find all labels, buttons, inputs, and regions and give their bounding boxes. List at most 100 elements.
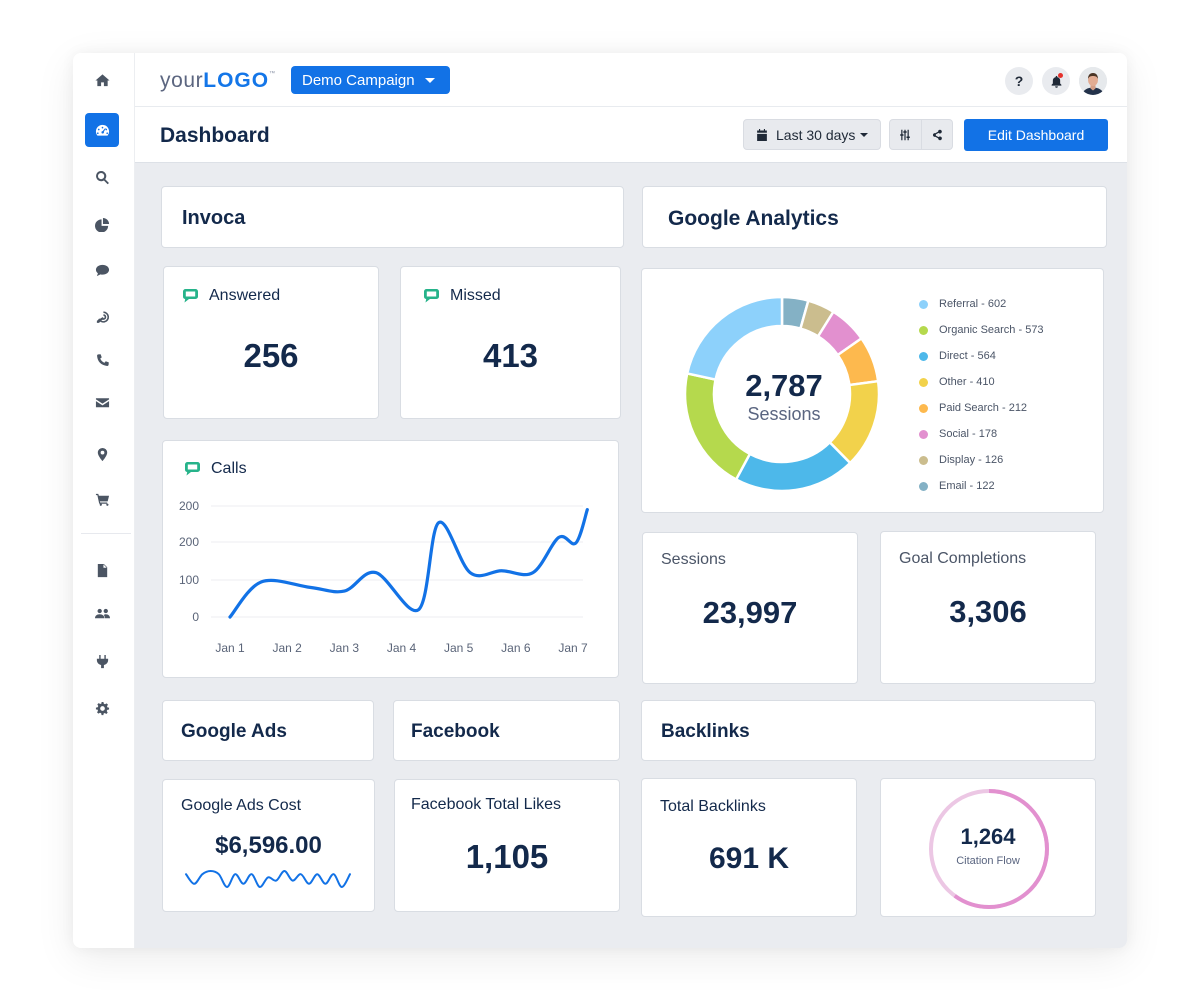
goal-completions-card: Goal Completions 3,306 [880, 531, 1096, 684]
notifications-button[interactable] [1042, 67, 1070, 95]
sidebar-item-settings[interactable] [85, 691, 119, 725]
facebook-likes-card: Facebook Total Likes 1,105 [394, 779, 620, 912]
legend-swatch [919, 403, 928, 413]
user-avatar[interactable] [1079, 67, 1107, 95]
total-backlinks-label: Total Backlinks [660, 798, 766, 815]
donut-slice-direct[interactable] [734, 440, 852, 493]
logo[interactable]: yourLOGO™ [160, 69, 276, 93]
y-tick-label: 200 [179, 499, 199, 513]
total-backlinks-card: Total Backlinks 691 K [641, 778, 857, 917]
legend-item[interactable]: Email - 122 [919, 473, 1044, 499]
google-ads-cost-label: Google Ads Cost [181, 797, 302, 814]
section-title: Google Analytics [668, 207, 839, 230]
help-button[interactable]: ? [1005, 67, 1033, 95]
facebook-likes-label: Facebook Total Likes [411, 796, 562, 813]
sidebar-item-email[interactable] [85, 385, 119, 419]
legend-item[interactable]: Referral - 602 [919, 291, 1044, 317]
backlinks-section-header: Backlinks [641, 700, 1096, 761]
citation-flow-label: Citation Flow [956, 855, 1020, 867]
chevron-down-icon [424, 77, 435, 83]
legend-item[interactable]: Paid Search - 212 [919, 395, 1044, 421]
x-tick-label: Jan 1 [215, 641, 245, 655]
edit-dashboard-button[interactable]: Edit Dashboard [964, 119, 1108, 151]
chevron-down-icon [860, 132, 869, 137]
customize-button[interactable] [890, 120, 921, 149]
legend-label: Paid Search - 212 [939, 402, 1028, 414]
legend-swatch [919, 351, 928, 361]
legend-swatch [919, 377, 928, 387]
calls-series-line [228, 508, 589, 619]
envelope-icon [95, 397, 109, 407]
sidebar-item-documents[interactable] [85, 553, 119, 587]
sidebar-divider [81, 533, 131, 534]
sidebar-item-home[interactable] [85, 63, 119, 97]
answered-value: 256 [243, 337, 299, 374]
sidebar-item-integrations[interactable] [85, 644, 119, 678]
citation-flow-card: 1,264 Citation Flow [880, 778, 1096, 917]
legend-label: Email - 122 [939, 480, 995, 492]
plug-icon [96, 654, 108, 668]
section-title: Backlinks [661, 721, 750, 742]
sidebar-item-reports[interactable] [85, 207, 119, 241]
x-tick-label: Jan 4 [387, 641, 417, 655]
sidebar-item-search[interactable] [85, 160, 119, 194]
goal-completions-label: Goal Completions [899, 550, 1027, 567]
google-ads-section-header: Google Ads [162, 700, 374, 761]
date-range-label: Last 30 days [776, 126, 856, 143]
campaign-selector-label: Demo Campaign [302, 71, 415, 89]
legend-item[interactable]: Display - 126 [919, 447, 1044, 473]
legend-item[interactable]: Organic Search - 573 [919, 317, 1044, 343]
question-mark-icon: ? [1014, 73, 1024, 89]
date-range-selector[interactable]: Last 30 days [743, 119, 881, 150]
google-analytics-section-header: Google Analytics [642, 186, 1107, 248]
legend-swatch [919, 481, 928, 491]
sidebar-item-location[interactable] [85, 437, 119, 471]
x-tick-label: Jan 3 [330, 641, 360, 655]
share-button[interactable] [920, 120, 953, 149]
facebook-likes-value: 1,105 [465, 838, 549, 875]
legend-label: Display - 126 [939, 454, 1004, 466]
legend-swatch [919, 325, 928, 335]
notification-badge [1058, 73, 1063, 78]
x-tick-label: Jan 7 [558, 641, 588, 655]
dashboard-content: Invoca Answered 256 Missed 413 Calls 0 10… [135, 163, 1127, 948]
total-backlinks-value: 691 K [708, 842, 790, 875]
facebook-section-header: Facebook [393, 700, 620, 761]
sparkline-path [185, 869, 351, 889]
y-tick-label: 100 [179, 573, 199, 587]
y-tick-label: 200 [179, 535, 199, 549]
missed-label-row: Missed [423, 287, 501, 305]
sidebar-item-ecommerce[interactable] [85, 482, 119, 516]
x-tick-label: Jan 2 [272, 641, 302, 655]
dashboard-tools [889, 119, 953, 150]
sidebar [73, 53, 135, 948]
legend-label: Other - 410 [939, 376, 995, 388]
campaign-selector[interactable]: Demo Campaign [291, 66, 450, 94]
legend-item[interactable]: Direct - 564 [919, 343, 1044, 369]
sessions-donut-card: 2,787 Sessions Referral - 602 Organic Sea… [641, 268, 1104, 513]
users-icon [94, 608, 110, 618]
missed-value: 413 [482, 337, 539, 374]
section-title: Invoca [182, 207, 246, 229]
page-header: Dashboard Last 30 days Edit Dashboard [135, 107, 1127, 163]
sidebar-item-calls[interactable] [85, 343, 119, 377]
google-ads-cost-value: $6,596.00 [215, 832, 322, 859]
logo-trademark: ™ [269, 71, 276, 77]
google-ads-cost-sparkline [185, 869, 351, 889]
sliders-icon [900, 129, 911, 140]
sidebar-item-dashboard[interactable] [85, 113, 119, 147]
sidebar-item-targeting[interactable] [85, 300, 119, 334]
calendar-icon [757, 128, 767, 141]
calls-line-chart: 0 100 200 200 Jan 1 Jan 2 Jan 3 Jan 4 Jan 5 Jan 6… [179, 499, 589, 655]
gear-icon [95, 701, 109, 715]
logo-brand: LOGO [203, 69, 270, 92]
sidebar-item-comments[interactable] [85, 253, 119, 287]
citation-flow-value: 1,264 [960, 824, 1016, 849]
map-marker-icon [97, 447, 107, 461]
legend-item[interactable]: Other - 410 [919, 369, 1044, 395]
legend-swatch [919, 299, 928, 309]
top-bar: yourLOGO™ Demo Campaign ? [135, 53, 1127, 107]
logo-prefix: your [160, 69, 204, 92]
legend-item[interactable]: Social - 178 [919, 421, 1044, 447]
sidebar-item-users[interactable] [85, 596, 119, 630]
